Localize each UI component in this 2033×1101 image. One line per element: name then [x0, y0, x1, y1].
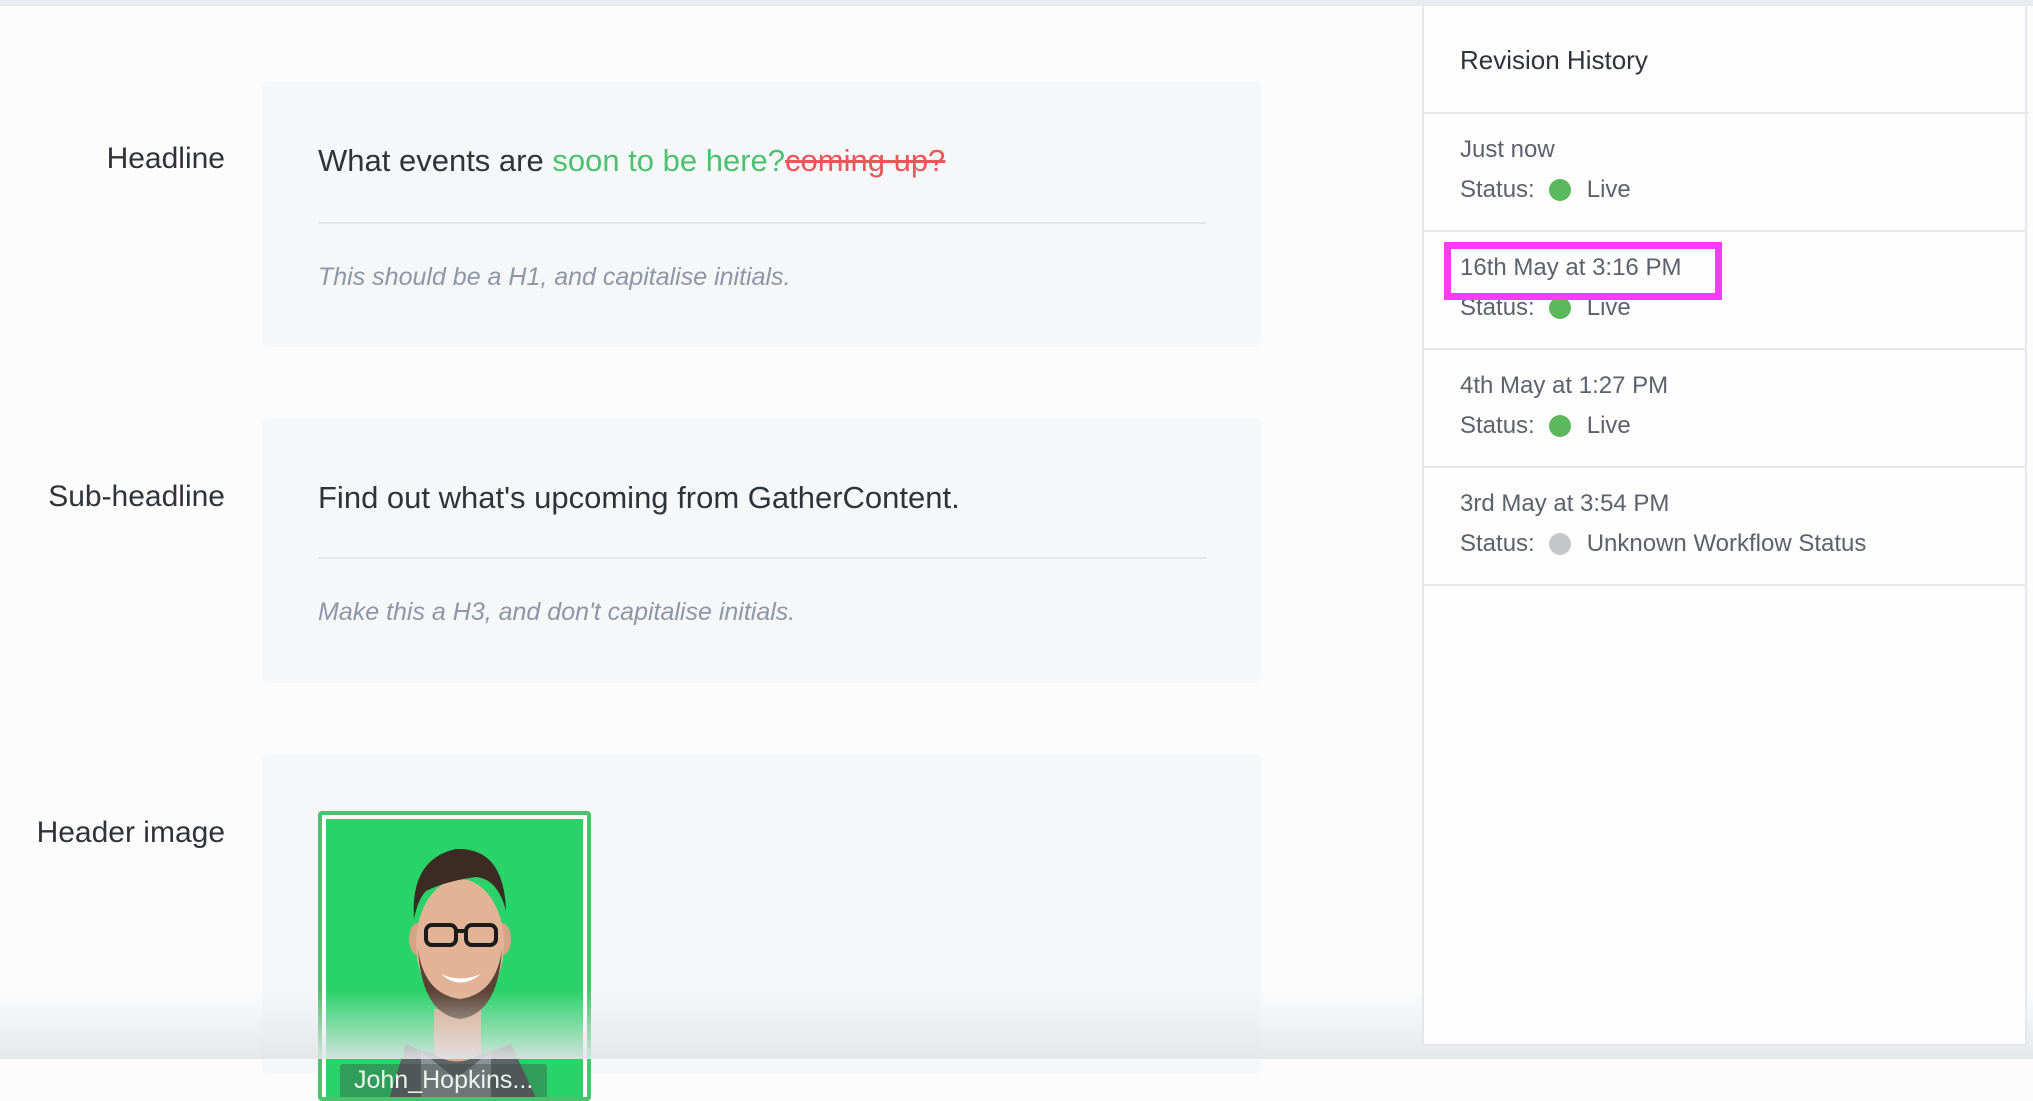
status-prefix: Status:: [1460, 176, 1535, 203]
subheadline-value[interactable]: Find out what's upcoming from GatherCont…: [318, 480, 960, 516]
status-prefix: Status:: [1460, 530, 1535, 557]
status-dot-icon: [1548, 533, 1571, 555]
field-divider: [318, 557, 1206, 559]
portrait-image: [326, 819, 583, 1097]
status-prefix: Status:: [1460, 294, 1535, 321]
revision-status: Status: Live: [1460, 294, 1631, 322]
header-image-thumbnail[interactable]: John_Hopkins...: [318, 811, 591, 1101]
revision-status: Status: Live: [1460, 176, 1631, 204]
portrait-illustration: [389, 848, 536, 1097]
field-hint-headline: This should be a H1, and capitalise init…: [318, 263, 791, 291]
field-card-header-image: John_Hopkins...: [262, 754, 1261, 1101]
field-label-header-image: Header image: [36, 816, 225, 849]
status-label: Live: [1586, 412, 1631, 439]
revision-history-panel: Revision History Just now Status: Live 1…: [1422, 6, 2029, 1046]
sidebar-title: Revision History: [1460, 45, 1648, 75]
headline-value[interactable]: What events are soon to be here?coming u…: [318, 143, 945, 179]
field-hint-subheadline: Make this a H3, and don't capitalise ini…: [318, 598, 796, 626]
field-label-headline: Headline: [106, 142, 225, 175]
revision-date: Just now: [1460, 136, 1555, 163]
revision-date: 4th May at 1:27 PM: [1460, 372, 1669, 399]
status-dot-icon: [1548, 415, 1571, 437]
field-label-subheadline: Sub-headline: [48, 480, 225, 513]
field-divider: [318, 222, 1206, 224]
status-prefix: Status:: [1460, 412, 1535, 439]
status-label: Live: [1586, 176, 1631, 203]
deleted-text: coming up?: [785, 143, 946, 178]
revision-status: Status: Unknown Workflow Status: [1460, 530, 1866, 558]
revision-status: Status: Live: [1460, 412, 1631, 440]
status-dot-icon: [1548, 297, 1571, 319]
inserted-text: soon to be here?: [552, 143, 786, 178]
revision-item[interactable]: Just now Status: Live: [1424, 114, 2027, 232]
content-editor: Headline What events are soon to be here…: [0, 6, 1422, 1101]
revision-item[interactable]: 4th May at 1:27 PM Status: Live: [1424, 350, 2027, 468]
status-label: Live: [1586, 294, 1631, 321]
revision-date: 3rd May at 3:54 PM: [1460, 490, 1670, 517]
revision-item[interactable]: 3rd May at 3:54 PM Status: Unknown Workf…: [1424, 468, 2027, 586]
field-card-headline[interactable]: What events are soon to be here?coming u…: [262, 81, 1261, 347]
revision-date: 16th May at 3:16 PM: [1460, 254, 1682, 281]
revision-item[interactable]: 16th May at 3:16 PM Status: Live: [1424, 232, 2027, 350]
status-dot-icon: [1548, 179, 1571, 201]
status-label: Unknown Workflow Status: [1586, 530, 1867, 557]
field-card-subheadline[interactable]: Find out what's upcoming from GatherCont…: [262, 418, 1261, 683]
headline-text: What events are: [318, 143, 553, 178]
image-caption: John_Hopkins...: [340, 1064, 548, 1097]
